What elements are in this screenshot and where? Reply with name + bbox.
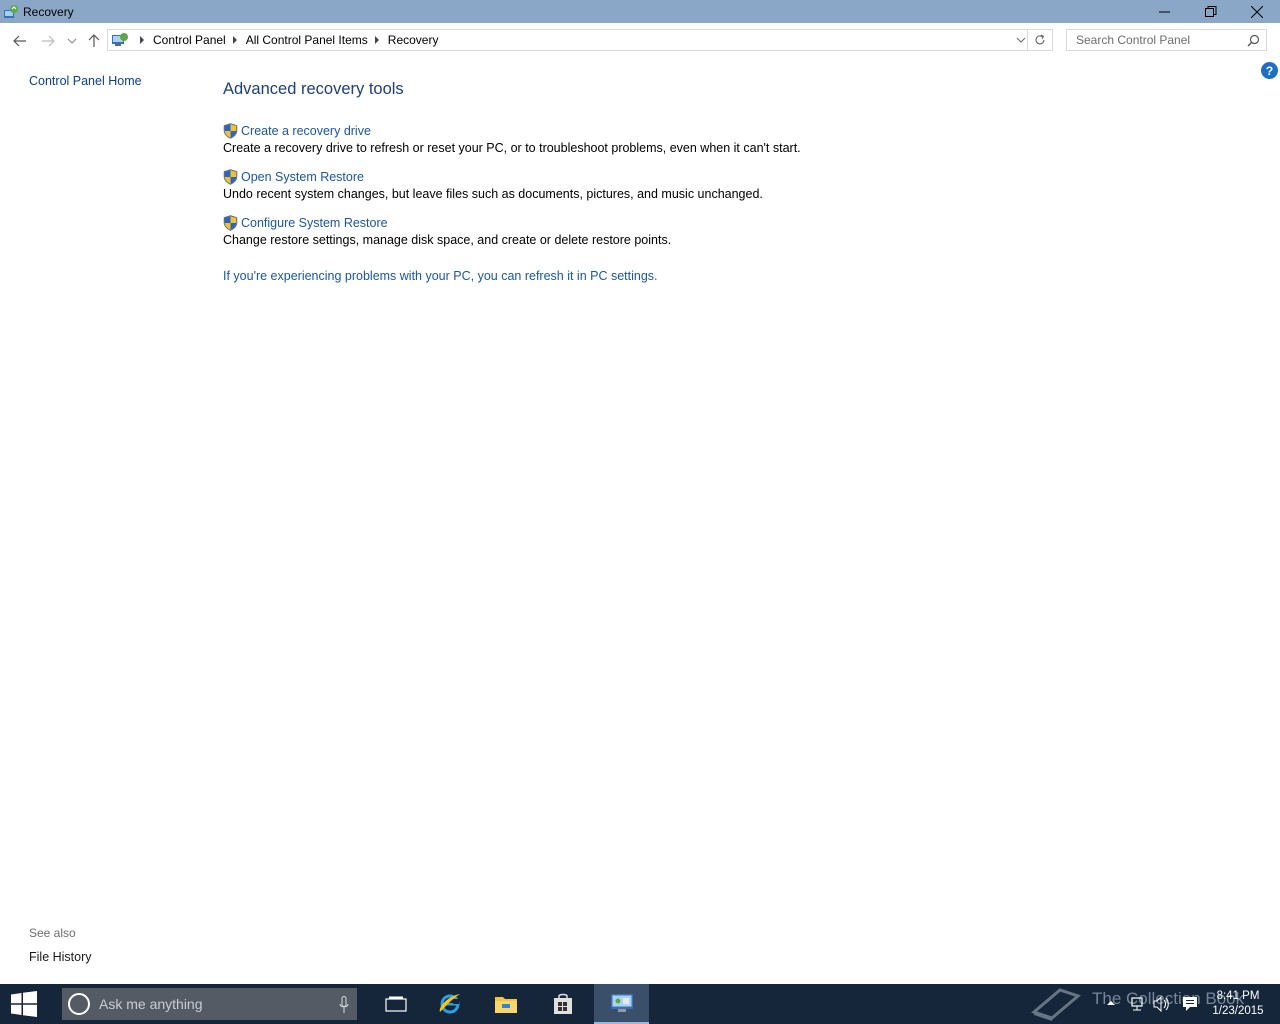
- close-icon: [1251, 5, 1263, 18]
- main-content: Advanced recovery tools Create a recover…: [223, 80, 1223, 283]
- refresh-button[interactable]: [1027, 30, 1052, 50]
- configure-system-restore-link[interactable]: Configure System Restore: [223, 215, 671, 231]
- control-panel-home-link[interactable]: Control Panel Home: [29, 74, 142, 88]
- store-button[interactable]: [537, 984, 589, 1024]
- create-recovery-drive-link[interactable]: Create a recovery drive: [223, 123, 801, 139]
- breadcrumb-all-items[interactable]: All Control Panel Items: [246, 33, 368, 47]
- restore-button[interactable]: [1188, 0, 1234, 23]
- start-button[interactable]: [0, 984, 48, 1024]
- restore-icon: [1205, 5, 1217, 17]
- close-button[interactable]: [1234, 0, 1280, 23]
- minimize-icon: [1159, 11, 1170, 12]
- address-bar[interactable]: Control Panel All Control Panel Items Re…: [107, 29, 1053, 51]
- breadcrumb-recovery[interactable]: Recovery: [388, 33, 439, 47]
- tool-description: Create a recovery drive to refresh or re…: [223, 141, 801, 155]
- action-center-icon[interactable]: [1182, 996, 1198, 1012]
- back-button[interactable]: [8, 29, 32, 53]
- minimize-button[interactable]: [1142, 0, 1188, 23]
- file-history-link[interactable]: File History: [29, 950, 92, 964]
- uac-shield-icon: [223, 215, 238, 231]
- chevron-down-icon: [67, 38, 77, 44]
- tool-configure-system-restore: Configure System Restore Change restore …: [223, 215, 671, 247]
- tool-label: Open System Restore: [241, 170, 364, 184]
- cortana-search-box[interactable]: Ask me anything: [62, 988, 357, 1020]
- cortana-placeholder: Ask me anything: [99, 996, 203, 1012]
- chevron-right-icon[interactable]: [374, 36, 380, 44]
- folder-icon: [495, 997, 517, 1013]
- tool-create-recovery-drive: Create a recovery drive Create a recover…: [223, 123, 801, 155]
- help-button[interactable]: ?: [1261, 62, 1278, 79]
- cortana-icon: [68, 993, 90, 1015]
- book-watermark-icon: [1030, 988, 1082, 1021]
- volume-icon[interactable]: [1153, 996, 1171, 1012]
- search-input[interactable]: [1074, 32, 1246, 48]
- forward-arrow-icon: [42, 35, 55, 47]
- internet-explorer-button[interactable]: [424, 984, 476, 1024]
- clock-time: 8:41 PM: [1216, 990, 1260, 1002]
- tool-label: Configure System Restore: [241, 216, 388, 230]
- chevron-right-icon[interactable]: [139, 36, 145, 44]
- control-panel-icon: [610, 994, 633, 1012]
- address-dropdown-button[interactable]: [1016, 34, 1026, 48]
- windows-logo-icon: [11, 991, 37, 1017]
- forward-button[interactable]: [36, 29, 60, 53]
- tool-open-system-restore: Open System Restore Undo recent system c…: [223, 169, 763, 201]
- title-bar: Recovery: [0, 0, 1280, 23]
- search-icon[interactable]: [1247, 34, 1260, 47]
- tool-description: Change restore settings, manage disk spa…: [223, 233, 672, 247]
- chevron-right-icon[interactable]: [232, 36, 238, 44]
- refresh-icon: [1035, 34, 1045, 45]
- up-arrow-icon: [88, 34, 100, 47]
- up-button[interactable]: [82, 29, 106, 53]
- tool-description: Undo recent system changes, but leave fi…: [223, 187, 763, 201]
- network-icon[interactable]: [1130, 996, 1146, 1012]
- see-also-label: See also: [29, 926, 76, 940]
- recovery-app-icon: [4, 4, 18, 18]
- navigation-bar: Control Panel All Control Panel Items Re…: [0, 23, 1280, 59]
- uac-shield-icon: [223, 169, 238, 185]
- control-panel-taskbar-button[interactable]: [594, 984, 649, 1024]
- recent-locations-button[interactable]: [60, 29, 84, 53]
- clock-date: 1/23/2015: [1212, 1005, 1264, 1017]
- chevron-up-icon[interactable]: [1106, 996, 1116, 1010]
- microphone-icon[interactable]: [339, 996, 349, 1014]
- file-explorer-button[interactable]: [480, 984, 532, 1024]
- breadcrumb-control-panel[interactable]: Control Panel: [153, 33, 226, 47]
- uac-shield-icon: [223, 123, 238, 139]
- help-icon: ?: [1265, 63, 1274, 78]
- search-box[interactable]: [1066, 29, 1267, 51]
- see-also-section: See also File History: [29, 926, 92, 964]
- page-title: Advanced recovery tools: [223, 80, 404, 98]
- task-view-button[interactable]: [370, 984, 422, 1024]
- open-system-restore-link[interactable]: Open System Restore: [223, 169, 763, 185]
- store-icon: [554, 993, 572, 1014]
- left-pane: Control Panel Home: [29, 74, 142, 88]
- internet-explorer-icon: [439, 994, 460, 1014]
- window-title: Recovery: [23, 4, 74, 19]
- back-arrow-icon: [13, 35, 26, 47]
- task-view-icon: [385, 996, 407, 1012]
- chevron-down-icon: [1016, 37, 1026, 43]
- tool-label: Create a recovery drive: [241, 124, 371, 138]
- control-panel-icon: [112, 33, 128, 46]
- system-clock[interactable]: 8:41 PM 1/23/2015: [1206, 989, 1270, 1019]
- refresh-pc-settings-link[interactable]: If you're experiencing problems with you…: [223, 269, 658, 283]
- taskbar: Ask me anything The Collection Book 8:41…: [0, 984, 1280, 1024]
